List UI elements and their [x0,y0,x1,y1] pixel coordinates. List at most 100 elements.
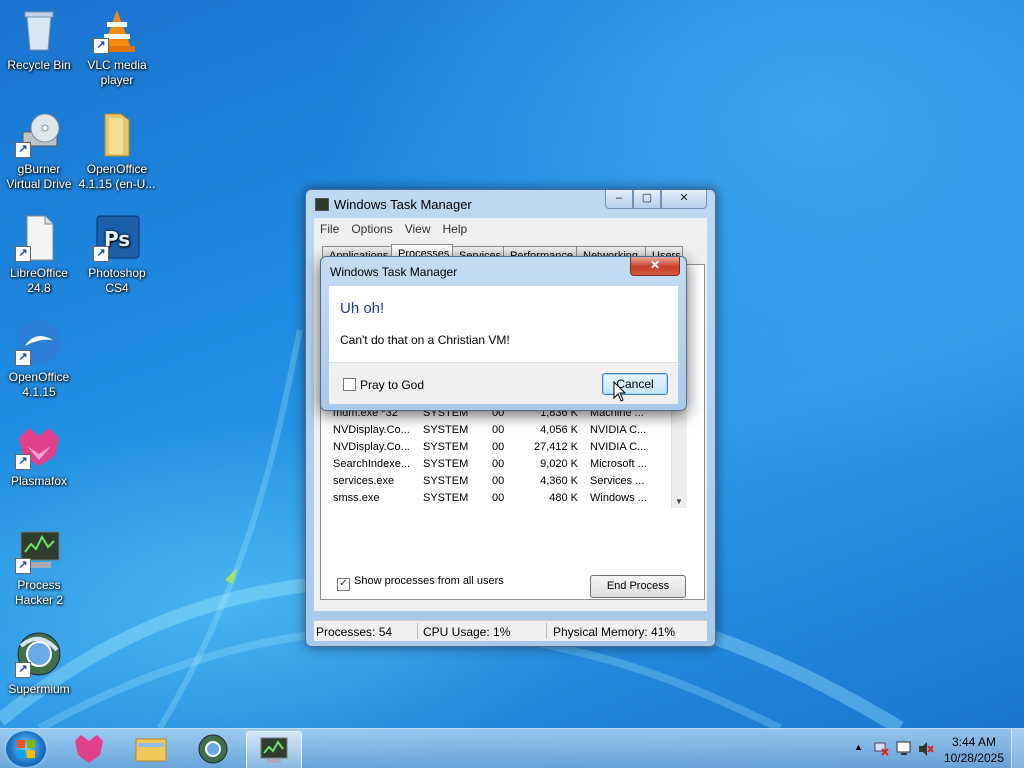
gburner-icon: ↗ [15,110,63,158]
status-cpu: CPU Usage: 1% [423,625,511,639]
shortcut-arrow-icon: ↗ [15,558,31,574]
show-desktop-button[interactable] [1011,729,1024,768]
supermium-icon: ↗ [15,630,63,678]
process-cpu: 00 [492,441,505,453]
desktop-icon-label: OpenOffice 4.1.15 (en-U... [78,162,156,191]
desktop-icon-openoffice[interactable]: ↗ OpenOffice 4.1.15 [0,318,78,400]
clock[interactable]: 3:44 AM 10/28/2025 [944,734,1004,766]
taskbar-plasmafox[interactable] [62,731,116,767]
process-hacker-icon: ↗ [15,526,63,574]
plasmafox-icon [75,735,103,763]
dialog-close-button[interactable]: ✕ [630,257,680,276]
process-name: smss.exe [333,492,380,504]
shortcut-arrow-icon: ↗ [15,142,31,158]
process-row[interactable]: NVDisplay.Co... SYSTEM 00 4,056 K NVIDIA C..… [329,422,664,439]
minimize-button[interactable]: – [605,190,633,209]
desktop-icon-process-hacker[interactable]: ↗ Process Hacker 2 [0,526,78,608]
shortcut-arrow-icon: ↗ [15,454,31,470]
volume-muted-icon[interactable] [918,741,934,757]
process-description: Windows ... [590,492,647,504]
desktop-icon-supermium[interactable]: ↗ Supermium [0,630,78,697]
process-cpu: 00 [492,492,505,504]
taskbar-supermium[interactable] [186,731,240,767]
explorer-icon [135,738,167,762]
network-error-icon[interactable] [874,741,890,757]
system-tray: ▲ 3:44 AM 10/28/2025 [834,729,1024,768]
process-row[interactable]: SearchIndexe... SYSTEM 00 9,020 K Microsoft … [329,456,664,473]
dialog-heading: Uh oh! [340,300,385,317]
desktop-icon-gburner[interactable]: ↗ gBurner Virtual Drive [0,110,78,192]
dialog-footer: Pray to God Cancel [329,362,678,404]
window-controls: – ▢ ✕ [605,190,707,209]
checkbox-unchecked-icon[interactable] [343,378,356,391]
process-name: services.exe [333,475,395,487]
desktop-icon-label: Plasmafox [10,474,68,488]
menu-view[interactable]: View [399,218,437,238]
status-bar: Processes: 54 CPU Usage: 1% Physical Mem… [314,620,707,641]
pray-to-god-checkbox[interactable]: Pray to God [343,378,424,392]
clock-time: 3:44 AM [951,735,996,749]
vlc-icon: ↗ [93,6,141,54]
status-memory: Physical Memory: 41% [553,625,676,639]
shortcut-arrow-icon: ↗ [93,38,109,54]
menu-file[interactable]: File [314,218,345,238]
process-memory: 9,020 K [540,458,578,470]
window-title: Windows Task Manager [334,197,472,212]
windows-logo-icon [17,740,35,758]
libreoffice-icon: ↗ [15,214,63,262]
checkbox-checked-icon[interactable]: ✓ [337,578,350,591]
maximize-button[interactable]: ▢ [633,190,661,209]
end-process-button[interactable]: End Process [590,575,686,598]
desktop-icon-plasmafox[interactable]: ↗ Plasmafox [0,422,78,489]
process-row[interactable]: services.exe SYSTEM 00 4,360 K Services ... [329,473,664,490]
process-user: SYSTEM [423,441,469,453]
shortcut-arrow-icon: ↗ [93,246,109,262]
menu-bar: File Options View Help [314,218,707,238]
dialog-title: Windows Task Manager [330,265,458,279]
process-description: NVIDIA C... [590,441,647,453]
pray-label: Pray to God [360,378,425,392]
process-description: Microsoft ... [590,458,647,470]
close-button[interactable]: ✕ [661,190,707,209]
process-memory: 480 K [549,492,578,504]
desktop-icon-openoffice-folder[interactable]: OpenOffice 4.1.15 (en-U... [78,110,156,192]
desktop-icon-label: Supermium [8,682,70,696]
taskbar-task-manager[interactable] [246,731,302,768]
shortcut-arrow-icon: ↗ [15,246,31,262]
dialog-body: Uh oh! Can't do that on a Christian VM! [329,286,678,362]
show-all-processes-checkbox[interactable]: ✓ Show processes from all users [337,575,504,591]
photoshop-icon: Ps ↗ [93,214,141,262]
desktop-icon-label: OpenOffice 4.1.15 [8,370,70,399]
dialog-message: Can't do that on a Christian VM! [340,333,510,347]
show-hidden-icon[interactable]: ▲ [854,742,863,752]
desktop-icon-label: LibreOffice 24.8 [10,266,68,295]
start-button[interactable] [6,731,46,767]
desktop-icon-vlc[interactable]: ↗ VLC media player [78,6,156,88]
scroll-down-arrow-icon[interactable]: ▼ [675,497,683,506]
recycle-bin-icon [15,6,63,54]
display-icon[interactable] [896,741,912,757]
error-dialog: Windows Task Manager ✕ Uh oh! Can't do t… [320,256,687,411]
process-description: Services ... [590,475,645,487]
shortcut-arrow-icon: ↗ [15,350,31,366]
process-memory: 4,360 K [540,475,578,487]
taskbar: ▲ 3:44 AM 10/28/2025 [0,728,1024,768]
show-all-label: Show processes from all users [354,575,504,587]
process-row[interactable]: smss.exe SYSTEM 00 480 K Windows ... [329,490,664,507]
process-row[interactable]: NVDisplay.Co... SYSTEM 00 27,412 K NVIDIA C.… [329,439,664,456]
taskbar-explorer[interactable] [124,731,178,767]
process-cpu: 00 [492,475,505,487]
process-user: SYSTEM [423,475,469,487]
process-name: SearchIndexe... [333,458,411,470]
desktop-icon-recycle-bin[interactable]: Recycle Bin [0,6,78,73]
openoffice-icon: ↗ [15,318,63,366]
desktop-icon-photoshop[interactable]: Ps ↗ Photoshop CS4 [78,214,156,296]
task-manager-icon [260,737,288,763]
desktop-icon-libreoffice[interactable]: ↗ LibreOffice 24.8 [0,214,78,296]
process-description: NVIDIA C... [590,424,647,436]
process-user: SYSTEM [423,424,469,436]
menu-options[interactable]: Options [345,218,398,238]
menu-help[interactable]: Help [437,218,474,238]
process-name: NVDisplay.Co... [333,441,410,453]
cancel-button[interactable]: Cancel [602,373,668,395]
